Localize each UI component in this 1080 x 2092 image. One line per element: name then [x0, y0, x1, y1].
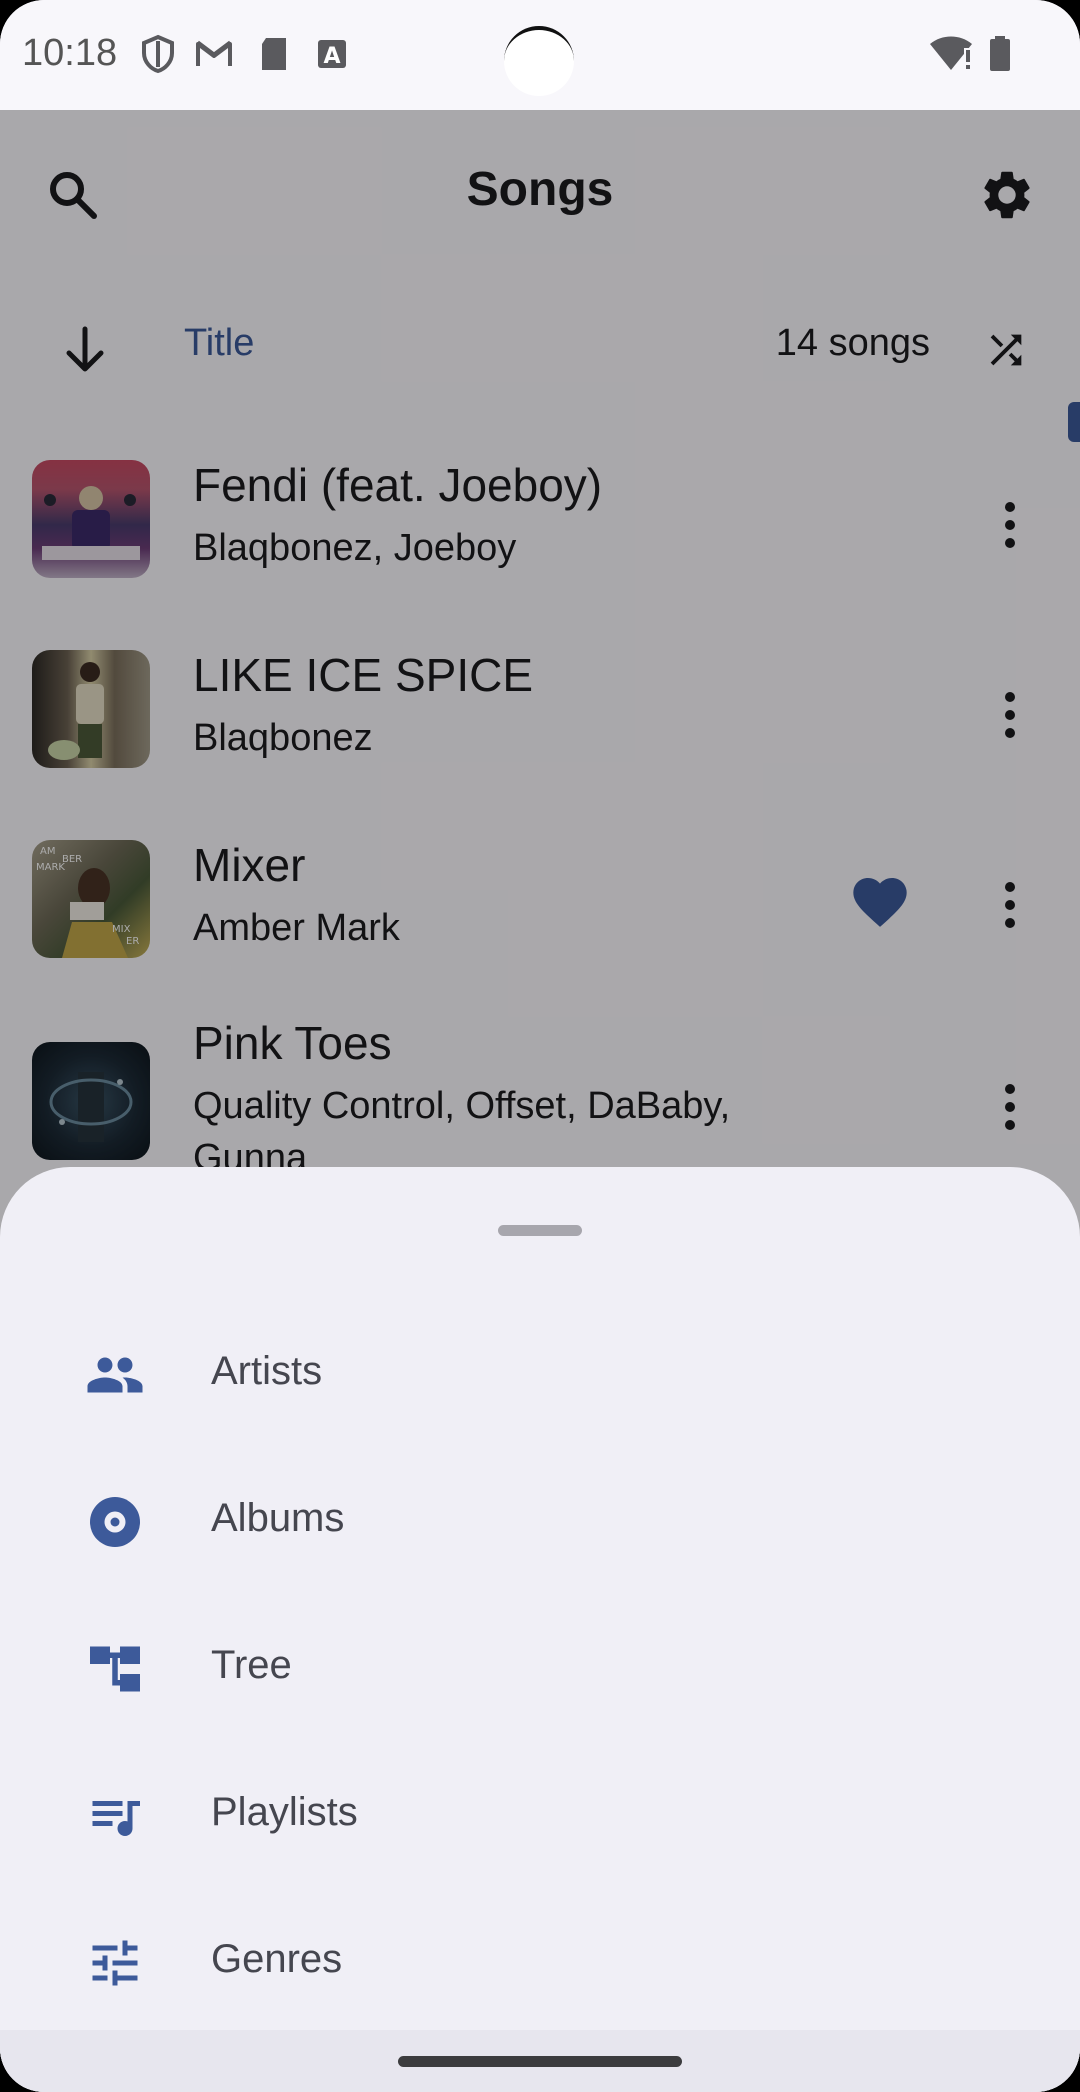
sheet-item-genres[interactable]: Genres — [0, 1889, 1080, 2036]
home-indicator[interactable] — [398, 2056, 682, 2067]
svg-text:A: A — [323, 44, 340, 69]
status-bar: 10:18 A — [0, 0, 1080, 110]
album-icon — [90, 1497, 140, 1547]
shield-icon — [142, 34, 174, 74]
gmail-icon — [196, 40, 232, 66]
front-camera — [504, 26, 574, 96]
battery-icon — [990, 36, 1010, 71]
sheet-item-label: Playlists — [211, 1790, 358, 1834]
playlist-icon — [92, 1801, 140, 1836]
sheet-item-label: Artists — [211, 1349, 323, 1393]
system-nav-bar — [0, 2030, 1080, 2092]
sheet-item-tree[interactable]: Tree — [0, 1595, 1080, 1742]
wifi-alert-icon — [930, 36, 972, 70]
sheet-item-label: Genres — [211, 1937, 343, 1981]
font-icon: A — [318, 40, 346, 69]
tree-icon — [90, 1646, 140, 1692]
sheet-item-label: Tree — [211, 1643, 292, 1687]
sheet-item-playlists[interactable]: Playlists — [0, 1742, 1080, 1889]
status-time: 10:18 — [22, 32, 118, 74]
sheet-item-artists[interactable]: Artists — [0, 1301, 1080, 1448]
drag-handle[interactable] — [498, 1225, 582, 1236]
sd-card-icon — [262, 38, 286, 70]
artists-icon — [87, 1357, 143, 1393]
sheet-item-albums[interactable]: Albums — [0, 1448, 1080, 1595]
screen: 10:18 A Songs Title 14 songs Fendi (feat… — [0, 0, 1080, 2092]
genres-icon — [92, 1940, 138, 1986]
sheet-item-label: Albums — [211, 1496, 345, 1540]
bottom-sheet: Artists Albums Tree Playlists Genres — [0, 1167, 1080, 2092]
